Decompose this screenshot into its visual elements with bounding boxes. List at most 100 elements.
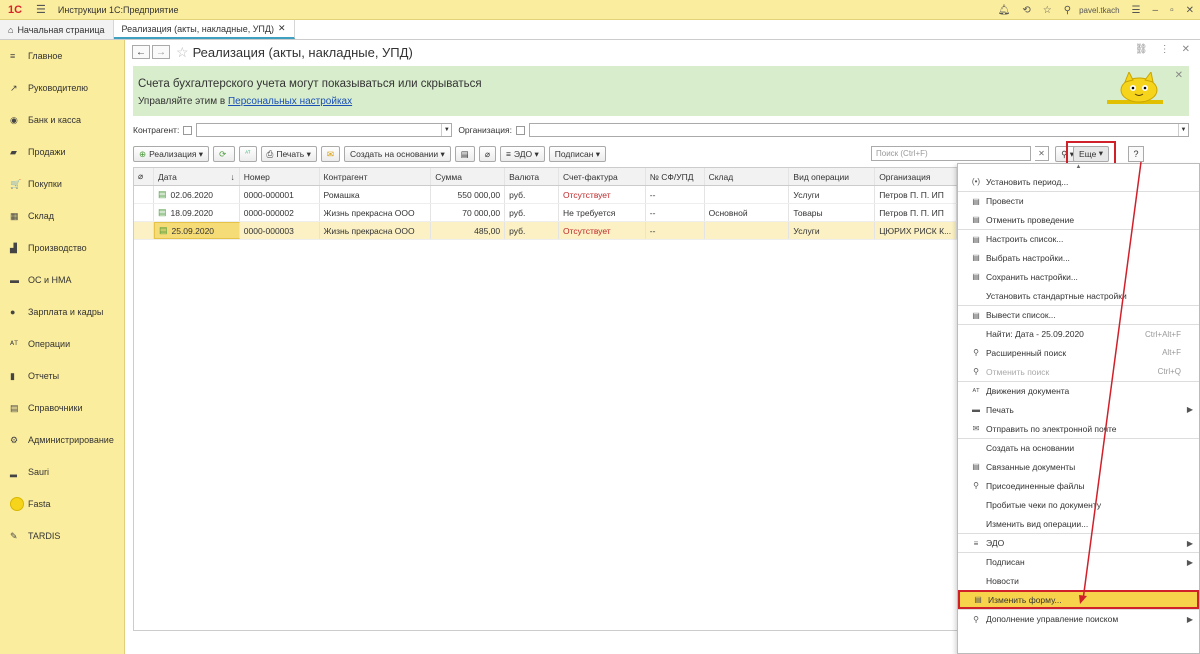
chevron-down-icon[interactable]: ▼: [441, 124, 451, 136]
sidebar-item-purchases[interactable]: 🛒 Покупки: [0, 168, 124, 200]
help-button[interactable]: ?: [1128, 146, 1144, 162]
dt-kt-button[interactable]: ᴬᵀ: [239, 146, 257, 162]
close-icon[interactable]: ✕: [1186, 5, 1194, 16]
settings-icon[interactable]: ☰: [1132, 5, 1141, 16]
menu-item-icon: ▤: [974, 595, 982, 604]
sidebar-item-sales[interactable]: ▰ Продажи: [0, 136, 124, 168]
menu-item-12[interactable]: ᴬᵀ Движения документа: [958, 381, 1199, 400]
cell-org-value: Петров П. П. ИП: [879, 189, 944, 200]
menu-item-13[interactable]: ▬ Печать ▶: [958, 400, 1199, 419]
sidebar-item-production[interactable]: ▟ Производство: [0, 232, 124, 264]
kontragent-checkbox[interactable]: [183, 125, 193, 135]
menu-item-7[interactable]: Установить стандартные настройки: [958, 286, 1199, 305]
more-vert-icon[interactable]: ⋮: [1160, 44, 1170, 55]
attach-button[interactable]: ⌀: [478, 146, 496, 162]
table-row[interactable]: ▤ 18.09.2020 0000-000002 Жизнь прекрасна ОО…: [134, 204, 957, 222]
maximize-icon[interactable]: ▫: [1170, 5, 1174, 16]
menu-item-9[interactable]: Найти: Дата - 25.09.2020 Ctrl+Alt+F: [958, 324, 1199, 343]
create-based-button[interactable]: Создать на основании ▾: [343, 146, 451, 162]
print-button[interactable]: ⎙ Печать ▾: [260, 146, 317, 162]
menu-item-10[interactable]: ⚲ Расширенный поиск Alt+F: [958, 343, 1199, 362]
menu-item-23[interactable]: ▤ Изменить форму...: [958, 590, 1199, 609]
menu-item-18[interactable]: Пробитые чеки по документу: [958, 495, 1199, 514]
sidebar-item-references[interactable]: ▤ Справочники: [0, 392, 124, 424]
sidebar-item-admin[interactable]: ⚙ Администрирование: [0, 424, 124, 456]
header-number[interactable]: Номер: [240, 168, 320, 185]
menu-item-6[interactable]: ▤ Сохранить настройки...: [958, 267, 1199, 286]
organization-input[interactable]: ▼: [528, 123, 1189, 137]
chevron-down-icon[interactable]: ▼: [1177, 124, 1188, 136]
menu-item-15[interactable]: Создать на основании: [958, 438, 1199, 457]
sidebar-item-warehouse[interactable]: ▦ Склад: [0, 200, 124, 232]
sidebar-item-reports[interactable]: ▮ Отчеты: [0, 360, 124, 392]
table-row[interactable]: ▤ 25.09.2020 0000-000003 Жизнь прекрасна ОО…: [134, 222, 957, 240]
sidebar-item-manager[interactable]: ↗ Руководителю: [0, 72, 124, 104]
header-sum[interactable]: Сумма: [431, 168, 506, 185]
banner-close-icon[interactable]: ✕: [1175, 70, 1183, 81]
minimize-icon[interactable]: –: [1153, 5, 1159, 16]
more-button[interactable]: Еще ▾: [1073, 145, 1109, 162]
header-date[interactable]: Дата ↓: [154, 168, 240, 185]
favorite-icon[interactable]: ☆: [176, 44, 189, 61]
search-input[interactable]: Поиск (Ctrl+F): [871, 146, 1031, 161]
forward-button[interactable]: →: [152, 45, 170, 59]
menu-item-icon: ▤: [972, 462, 980, 471]
realization-button[interactable]: ⊕ Реализация ▾: [133, 146, 210, 162]
scroll-up-icon[interactable]: ▲: [958, 164, 1199, 172]
documents-button[interactable]: ▤: [454, 146, 475, 162]
tab-realization[interactable]: Реализация (акты, накладные, УПД) ✕: [113, 20, 295, 39]
kontragent-input[interactable]: ▼: [196, 123, 453, 137]
menu-item-11[interactable]: ⚲ Отменить поиск Ctrl+Q: [958, 362, 1199, 381]
tab-home[interactable]: ⌂ Начальная страница: [0, 20, 114, 39]
sidebar-item-main[interactable]: ≡ Главное: [0, 40, 124, 72]
cell-sf-value: --: [649, 189, 656, 200]
menu-item-2[interactable]: ▤ Провести: [958, 191, 1199, 210]
sidebar-item-salary[interactable]: ● Зарплата и кадры: [0, 296, 124, 328]
signed-button[interactable]: Подписан ▾: [548, 146, 607, 162]
organization-checkbox[interactable]: [515, 125, 525, 135]
menu-item-16[interactable]: ▤ Связанные документы: [958, 457, 1199, 476]
settings-link[interactable]: Персональных настройках: [228, 96, 352, 107]
search-icon[interactable]: ⚲: [1064, 5, 1071, 16]
menu-item-8[interactable]: ▤ Вывести список...: [958, 305, 1199, 324]
menu-item-1[interactable]: (•) Установить период...: [958, 172, 1199, 191]
header-currency[interactable]: Валюта: [505, 168, 559, 185]
link-icon[interactable]: ⛓: [1135, 44, 1148, 55]
header-sf[interactable]: № СФ/УПД: [646, 168, 705, 185]
email-button[interactable]: ✉: [320, 146, 340, 162]
sidebar-item-assets[interactable]: ▬ ОС и НМА: [0, 264, 124, 296]
header-warehouse[interactable]: Склад: [705, 168, 790, 185]
table-row[interactable]: ▤ 02.06.2020 0000-000001 Ромашка 550 000,00 р…: [134, 186, 957, 204]
tab-close-icon[interactable]: ✕: [278, 23, 286, 34]
menu-item-20[interactable]: ≡ ЭДО ▶: [958, 533, 1199, 552]
header-organization[interactable]: Организация: [875, 168, 957, 185]
history-icon[interactable]: ⟲: [1022, 5, 1030, 16]
menu-item-3[interactable]: ▤ Отменить проведение: [958, 210, 1199, 229]
sidebar-item-sauri[interactable]: ▂ Sauri: [0, 456, 124, 488]
menu-icon[interactable]: ☰: [36, 3, 46, 16]
menu-item-19[interactable]: Изменить вид операции...: [958, 514, 1199, 533]
menu-item-14[interactable]: ✉ Отправить по электронной почте: [958, 419, 1199, 438]
back-button[interactable]: ←: [132, 45, 150, 59]
header-operation[interactable]: Вид операции: [789, 168, 876, 185]
bell-icon[interactable]: 🔔︎: [998, 5, 1011, 16]
menu-item-24[interactable]: ⚲ Дополнение управление поиском ▶: [958, 609, 1199, 628]
refresh-button[interactable]: ⟳: [213, 146, 236, 162]
user-name[interactable]: pavel.tkach: [1079, 6, 1119, 15]
header-kontragent[interactable]: Контрагент: [320, 168, 432, 185]
attach-col-icon[interactable]: ⌀: [134, 168, 154, 185]
sidebar-item-bank[interactable]: ◉ Банк и касса: [0, 104, 124, 136]
close-form-icon[interactable]: ✕: [1182, 44, 1190, 55]
menu-item-17[interactable]: ⚲ Присоединенные файлы: [958, 476, 1199, 495]
sidebar-item-operations[interactable]: ᴬᵀ Операции: [0, 328, 124, 360]
menu-item-21[interactable]: Подписан ▶: [958, 552, 1199, 571]
menu-item-22[interactable]: Новости: [958, 571, 1199, 590]
sidebar-item-fasta[interactable]: Fasta: [0, 488, 124, 520]
menu-item-5[interactable]: ▤ Выбрать настройки...: [958, 248, 1199, 267]
clear-search-button[interactable]: ✕: [1035, 146, 1049, 161]
header-invoice[interactable]: Счет-фактура: [559, 168, 646, 185]
sidebar-item-tardis[interactable]: ✎ TARDIS: [0, 520, 124, 552]
edo-button[interactable]: ≡ ЭДО ▾: [499, 146, 545, 162]
menu-item-4[interactable]: ▤ Настроить список...: [958, 229, 1199, 248]
star-icon[interactable]: ☆: [1043, 5, 1052, 16]
